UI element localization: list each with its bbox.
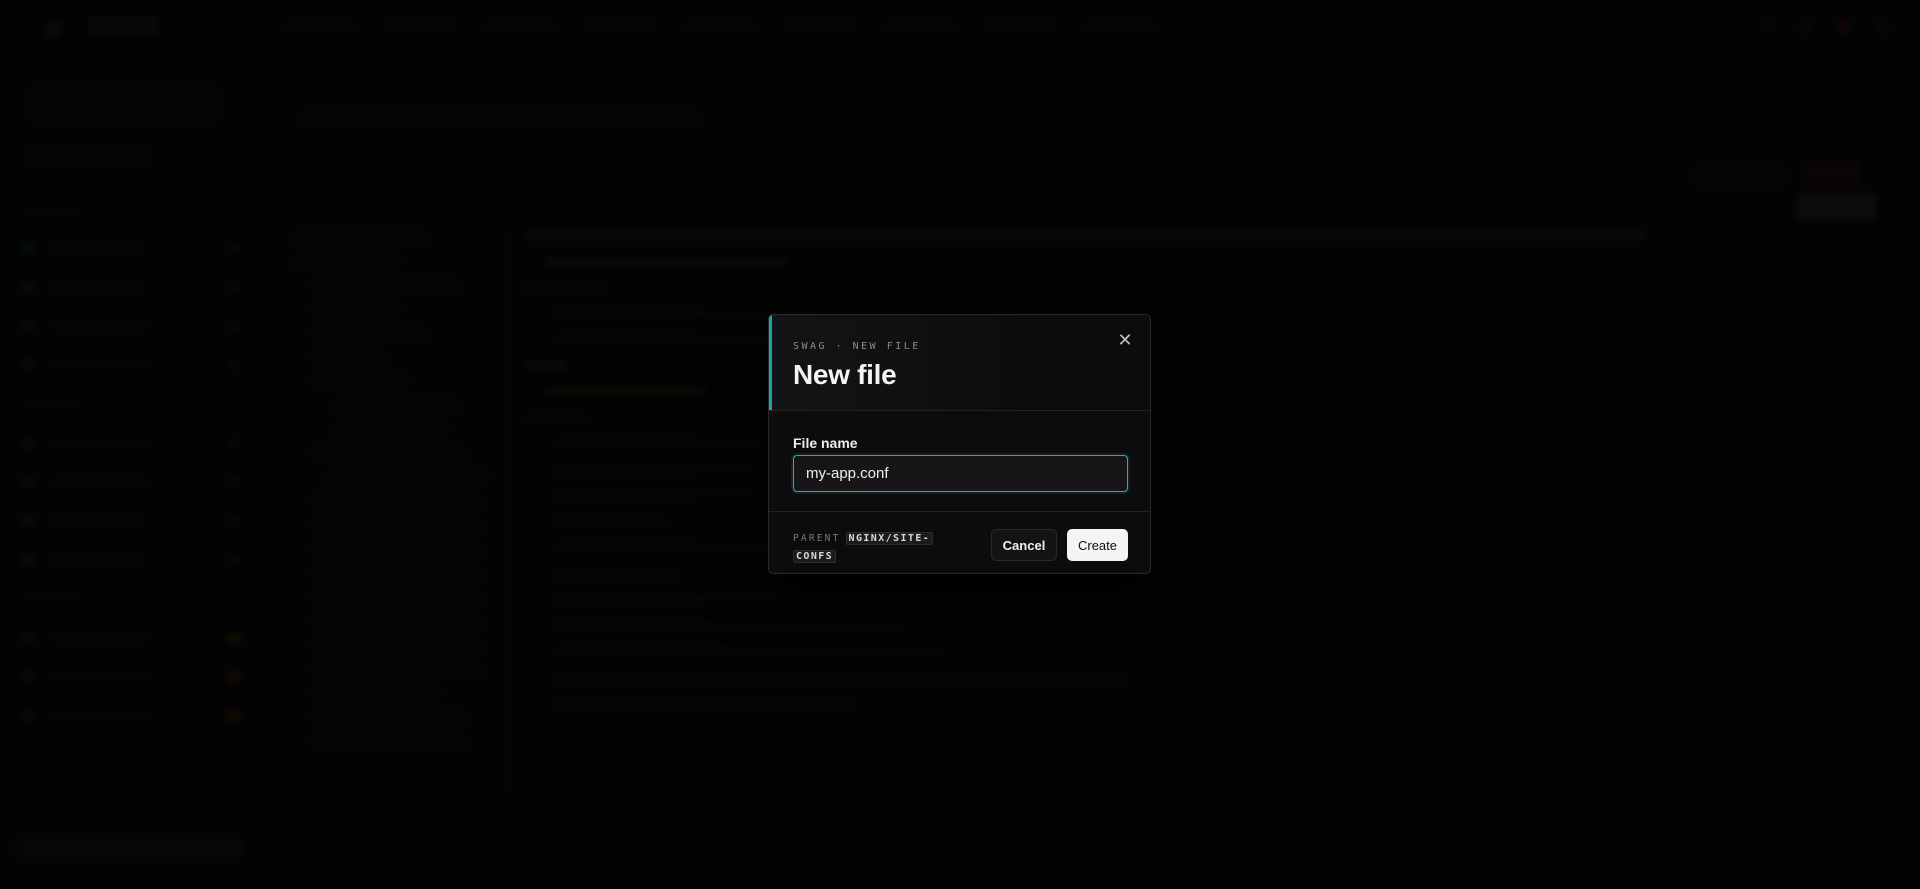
app-window: SWAG · NEW FILE New file ✕ File name PAR… <box>0 0 1920 889</box>
dialog-kicker: SWAG · NEW FILE <box>793 341 921 352</box>
dialog-body: File name <box>769 411 1150 512</box>
parent-label: PARENT <box>793 533 841 544</box>
dialog-title: New file <box>793 359 897 390</box>
close-icon[interactable]: ✕ <box>1114 330 1136 352</box>
cancel-button[interactable]: Cancel <box>991 529 1057 561</box>
dialog-accent-bar <box>769 315 772 410</box>
dialog-header: SWAG · NEW FILE New file ✕ <box>769 315 1150 411</box>
create-button[interactable]: Create <box>1067 529 1128 561</box>
file-name-input[interactable] <box>793 455 1128 492</box>
dialog-footer: PARENT NGINX/SITE-CONFS Cancel Create <box>769 512 1150 573</box>
new-file-dialog: SWAG · NEW FILE New file ✕ File name PAR… <box>768 314 1151 574</box>
file-name-label: File name <box>793 435 858 451</box>
parent-info: PARENT NGINX/SITE-CONFS <box>793 528 958 564</box>
